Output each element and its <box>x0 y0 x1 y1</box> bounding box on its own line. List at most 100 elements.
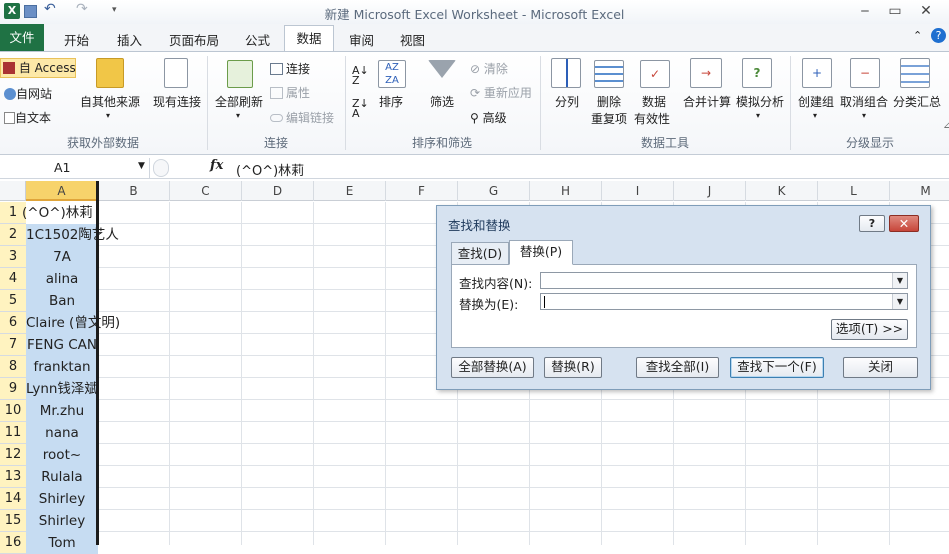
column-header-f[interactable]: F <box>386 181 458 201</box>
clear-filter-button[interactable]: ⊘ 清除 <box>470 60 508 77</box>
remove-duplicates-button-line2[interactable]: 重复项 <box>591 110 627 127</box>
replace-button[interactable]: 替换(R) <box>544 357 602 378</box>
column-header-h[interactable]: H <box>530 181 602 201</box>
consolidate-button[interactable]: 合并计算 <box>683 93 731 110</box>
name-box-dropdown-icon[interactable]: ▼ <box>138 161 145 171</box>
cell-a4[interactable]: alina <box>26 268 98 290</box>
replace-dropdown-icon[interactable]: ▼ <box>892 294 907 309</box>
remove-duplicates-button[interactable]: 删除 <box>597 93 621 110</box>
row-header[interactable]: 15 <box>0 510 26 532</box>
row-header[interactable]: 13 <box>0 466 26 488</box>
row-header[interactable]: 2 <box>0 224 26 246</box>
row-header[interactable]: 3 <box>0 246 26 268</box>
column-header-b[interactable]: B <box>98 181 170 201</box>
minimize-icon[interactable]: ‒ <box>851 2 879 20</box>
row-header[interactable]: 10 <box>0 400 26 422</box>
sort-ascending-icon[interactable]: A↓ Z <box>352 65 369 86</box>
find-what-input[interactable]: ▼ <box>540 272 908 289</box>
cell-a11[interactable]: nana <box>26 422 98 444</box>
row-header[interactable]: 6 <box>0 312 26 334</box>
row-header[interactable]: 9 <box>0 378 26 400</box>
cell-a14[interactable]: Shirley <box>26 488 98 510</box>
options-button[interactable]: 选项(T) >> <box>831 319 908 340</box>
insert-function-icon[interactable]: fx <box>210 158 223 173</box>
edit-links-button[interactable]: 编辑链接 <box>270 109 334 126</box>
sort-descending-icon[interactable]: Z↓ A <box>352 98 369 119</box>
replace-all-button[interactable]: 全部替换(A) <box>451 357 534 378</box>
select-all-corner[interactable] <box>0 181 26 201</box>
formula-input[interactable]: (^O^)林莉 <box>236 160 304 179</box>
cell-a16[interactable]: Tom <box>26 532 98 554</box>
cell-a2[interactable]: 1C1502陶艺人 <box>26 224 119 246</box>
tab-insert[interactable]: 插入 <box>117 30 142 49</box>
from-web-button[interactable]: 自网站 <box>4 85 52 102</box>
tab-replace[interactable]: 替换(P) <box>509 240 573 265</box>
connections-button[interactable]: 连接 <box>270 60 310 77</box>
cell-a6[interactable]: Claire (曾文明) <box>26 312 120 334</box>
ungroup-button[interactable]: 取消组合 <box>840 93 888 110</box>
cell-a5[interactable]: Ban <box>26 290 98 312</box>
row-header[interactable]: 8 <box>0 356 26 378</box>
replace-with-input[interactable]: ▼ <box>540 293 908 310</box>
tab-find[interactable]: 查找(D) <box>451 242 509 264</box>
sort-button[interactable]: 排序 <box>379 93 403 110</box>
column-header-g[interactable]: G <box>458 181 530 201</box>
formula-bar-splitter[interactable] <box>153 159 169 177</box>
data-validation-button-line2[interactable]: 有效性 <box>634 110 670 127</box>
row-header[interactable]: 5 <box>0 290 26 312</box>
filter-button[interactable]: 筛选 <box>430 93 454 110</box>
cell-a10[interactable]: Mr.zhu <box>26 400 98 422</box>
find-dropdown-icon[interactable]: ▼ <box>892 273 907 288</box>
tab-page-layout[interactable]: 页面布局 <box>169 30 219 49</box>
row-header[interactable]: 11 <box>0 422 26 444</box>
dialog-close-icon[interactable]: ✕ <box>889 215 919 232</box>
refresh-all-button[interactable]: 全部刷新 <box>215 93 263 110</box>
row-header[interactable]: 14 <box>0 488 26 510</box>
dialog-launcher-icon[interactable]: ⊿ <box>943 120 949 131</box>
tab-formulas[interactable]: 公式 <box>245 30 270 49</box>
column-header-a[interactable]: A <box>26 181 98 201</box>
column-header-m[interactable]: M <box>890 181 949 201</box>
cell-a1[interactable]: (^O^)林莉 <box>22 202 98 224</box>
from-text-button[interactable]: 自文本 <box>4 109 51 126</box>
cell-a7[interactable]: FENG CAN <box>26 334 98 356</box>
row-header[interactable]: 12 <box>0 444 26 466</box>
find-all-button[interactable]: 查找全部(I) <box>636 357 719 378</box>
tab-review[interactable]: 审阅 <box>349 30 374 49</box>
column-header-l[interactable]: L <box>818 181 890 201</box>
cell-a8[interactable]: franktan <box>26 356 98 378</box>
row-header[interactable]: 16 <box>0 532 26 554</box>
cell-a12[interactable]: root~ <box>26 444 98 466</box>
column-header-j[interactable]: J <box>674 181 746 201</box>
column-header-d[interactable]: D <box>242 181 314 201</box>
subtotal-button[interactable]: 分类汇总 <box>893 93 941 110</box>
advanced-filter-button[interactable]: ⚲ 高级 <box>470 109 507 126</box>
cell-a15[interactable]: Shirley <box>26 510 98 532</box>
row-header[interactable]: 4 <box>0 268 26 290</box>
close-button[interactable]: 关闭 <box>843 357 918 378</box>
tab-view[interactable]: 视图 <box>400 30 425 49</box>
column-header-e[interactable]: E <box>314 181 386 201</box>
cell-a13[interactable]: Rulala <box>26 466 98 488</box>
tab-data[interactable]: 数据 <box>284 25 334 52</box>
text-to-columns-button[interactable]: 分列 <box>555 93 579 110</box>
help-icon[interactable]: ? <box>931 28 946 43</box>
column-header-i[interactable]: I <box>602 181 674 201</box>
close-icon[interactable]: ✕ <box>912 2 940 20</box>
help-button[interactable]: ? <box>859 215 885 232</box>
from-access-button[interactable]: 自 Access <box>0 58 76 78</box>
reapply-button[interactable]: ⟳ 重新应用 <box>470 84 532 101</box>
other-sources-button[interactable]: 自其他来源 <box>80 93 140 110</box>
name-box[interactable]: A1 <box>0 158 150 178</box>
cell-a3[interactable]: 7A <box>26 246 98 268</box>
what-if-analysis-button[interactable]: 模拟分析 <box>736 93 784 110</box>
properties-button[interactable]: 属性 <box>270 84 310 101</box>
column-header-k[interactable]: K <box>746 181 818 201</box>
tab-home[interactable]: 开始 <box>64 30 89 49</box>
data-validation-button[interactable]: 数据 <box>642 93 666 110</box>
help-collapse-icon[interactable]: ⌃ <box>913 29 922 42</box>
existing-connections-button[interactable]: 现有连接 <box>153 93 201 110</box>
group-button[interactable]: 创建组 <box>798 93 834 110</box>
maximize-icon[interactable]: ▭ <box>881 2 909 20</box>
cell-a9[interactable]: Lynn钱泽斌 <box>26 378 98 400</box>
